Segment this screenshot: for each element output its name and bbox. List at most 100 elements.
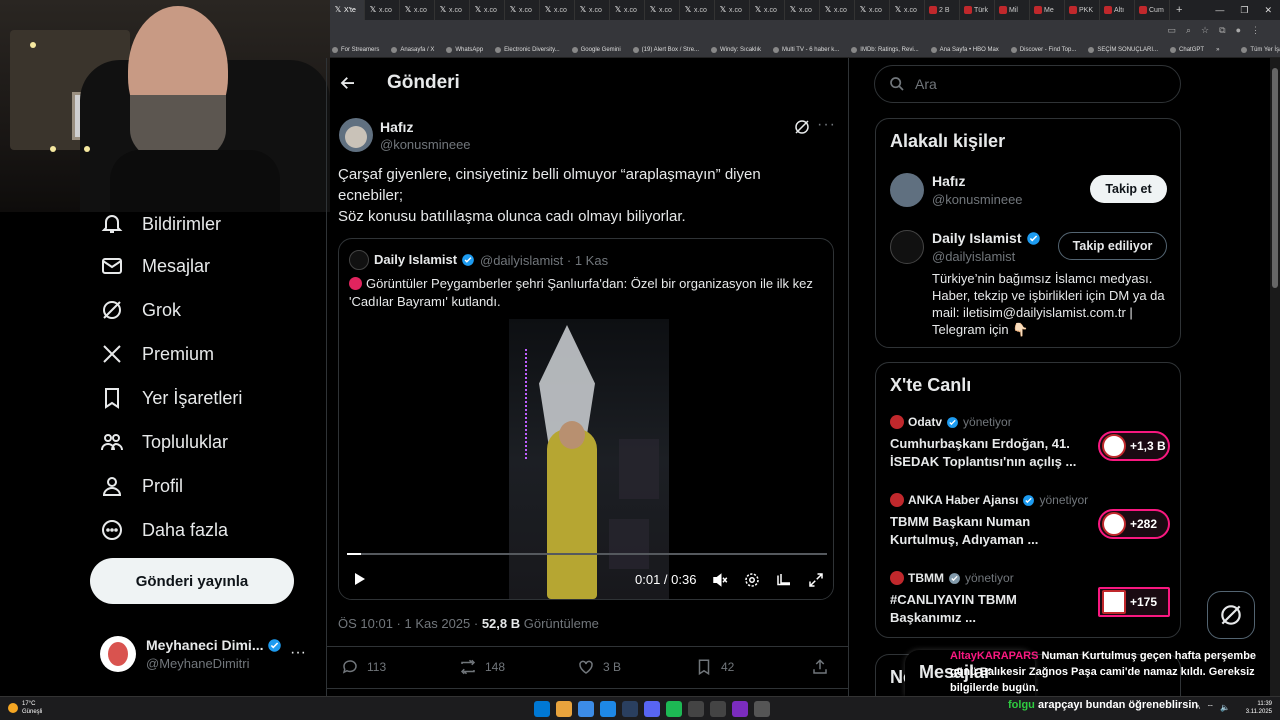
close-window-icon[interactable]: ✕ — [1264, 5, 1272, 16]
play-icon[interactable] — [351, 571, 367, 587]
spotify-icon[interactable] — [666, 701, 682, 717]
minimize-icon[interactable]: — — [1215, 5, 1224, 16]
browser-tab[interactable]: Altı — [1100, 0, 1135, 20]
account-more-icon[interactable]: ··· — [290, 644, 306, 662]
tweet-author-name[interactable]: Hafız — [380, 119, 413, 135]
account-switcher[interactable]: Meyhaneci Dimi... @MeyhaneDimitri ··· — [100, 636, 306, 672]
volume-icon[interactable]: 🔈 — [1220, 703, 1230, 713]
fullscreen-icon[interactable] — [807, 571, 825, 589]
browser-tab[interactable]: PKK — [1065, 0, 1100, 20]
app-icon[interactable] — [754, 701, 770, 717]
live-item[interactable]: ANKA Haber Ajansı yönetiyor TBMM Başkanı … — [890, 493, 1170, 549]
tweet-author-avatar[interactable] — [339, 118, 373, 152]
browser-tab[interactable]: 𝕏x.co — [505, 0, 540, 20]
bookmark-item[interactable]: Tüm Yer İşaretleri — [1235, 46, 1280, 53]
menu-icon[interactable]: ⋮ — [1251, 25, 1260, 36]
bookmark-item[interactable]: SEÇİM SONUÇLARI... — [1082, 46, 1164, 53]
new-tab-button[interactable]: + — [1170, 4, 1188, 16]
tweet-timestamp[interactable]: ÖS 10:01 · 1 Kas 2025 · — [338, 616, 482, 631]
live-item[interactable]: Odatv yönetiyor Cumhurbaşkanı Erdoğan, 41… — [890, 415, 1170, 471]
bookmark-item[interactable]: » — [1210, 47, 1225, 53]
nav-item-bookmarks[interactable]: Yer İşaretleri — [100, 386, 242, 410]
volume-icon[interactable] — [711, 571, 729, 589]
tweet-more-icon[interactable]: ··· — [817, 116, 836, 134]
obs-icon[interactable] — [732, 701, 748, 717]
steam-icon[interactable] — [622, 701, 638, 717]
settings-gear-icon[interactable] — [743, 571, 761, 589]
browser-tab[interactable]: 𝕏x.co — [645, 0, 680, 20]
profile-icon[interactable]: ● — [1236, 25, 1241, 36]
browser-tab[interactable]: 𝕏x.co — [575, 0, 610, 20]
nav-item-notifications[interactable]: Bildirimler — [100, 212, 221, 236]
reply-button[interactable]: 113 — [341, 658, 386, 676]
video-player[interactable]: 0:01 / 0:36 — [339, 319, 833, 599]
follow-button[interactable]: Takip et — [1090, 175, 1167, 203]
system-clock[interactable]: 11:39 3.11.2025 — [1246, 700, 1272, 716]
browser-tab[interactable]: 𝕏x.co — [820, 0, 855, 20]
edge-icon[interactable] — [600, 701, 616, 717]
live-item[interactable]: TBMM yönetiyor #CANLIYAYIN TBMM Başkanımı… — [890, 571, 1170, 627]
tweet-author-handle[interactable]: @konusmineee — [380, 137, 471, 152]
post-button[interactable]: Gönderi yayınla — [90, 558, 294, 604]
browser-tab[interactable]: 𝕏x.co — [680, 0, 715, 20]
network-icon[interactable]: ⌔ — [1207, 703, 1215, 713]
browser-tab[interactable]: 𝕏x.co — [715, 0, 750, 20]
maximize-icon[interactable]: ❐ — [1240, 5, 1248, 16]
live-listeners-badge[interactable]: +282 — [1098, 509, 1170, 539]
app-icon[interactable] — [710, 701, 726, 717]
nav-item-communities[interactable]: Topluluklar — [100, 430, 228, 454]
app-icon[interactable] — [688, 701, 704, 717]
browser-tab[interactable]: 𝕏x.co — [400, 0, 435, 20]
live-listeners-badge[interactable]: +1,3 B — [1098, 431, 1170, 461]
browser-tab[interactable]: 𝕏x.co — [890, 0, 925, 20]
browser-tab[interactable]: 𝕏x.co — [365, 0, 400, 20]
browser-tab[interactable]: 𝕏x.co — [855, 0, 890, 20]
quoted-tweet[interactable]: Daily Islamist @dailyislamist · 1 Kas Gö… — [338, 238, 834, 600]
search-bar[interactable]: Ara — [874, 65, 1181, 103]
browser-tab[interactable]: 𝕏x.co — [750, 0, 785, 20]
video-progress-bar[interactable] — [347, 553, 827, 555]
bookmark-item[interactable]: Electronic Diversity... — [489, 46, 566, 53]
nav-item-messages[interactable]: Mesajlar — [100, 254, 210, 278]
nav-item-grok[interactable]: Grok — [100, 298, 181, 322]
bookmark-button[interactable]: 42 — [695, 658, 734, 676]
grok-floating-button[interactable] — [1207, 591, 1255, 639]
repost-button[interactable]: 148 — [459, 658, 505, 676]
picture-in-picture-icon[interactable] — [775, 571, 793, 589]
page-scrollbar[interactable] — [1270, 58, 1280, 696]
tray-arrow-icon[interactable]: ˄ — [1196, 703, 1201, 713]
star-icon[interactable]: ☆ — [1201, 25, 1209, 36]
browser-tab[interactable]: 𝕏x.co — [610, 0, 645, 20]
back-arrow-icon[interactable] — [339, 74, 357, 92]
browser-tab[interactable]: 𝕏x.co — [785, 0, 820, 20]
scrollbar-thumb[interactable] — [1272, 68, 1278, 288]
bookmark-item[interactable]: Google Gemini — [566, 46, 627, 53]
like-button[interactable]: 3 B — [577, 658, 621, 676]
file-explorer-icon[interactable] — [578, 701, 594, 717]
live-listeners-badge[interactable]: +175 — [1098, 587, 1170, 617]
chrome-icon[interactable] — [556, 701, 572, 717]
extensions-icon[interactable]: ⧉ — [1219, 25, 1225, 36]
bookmark-item[interactable]: Ana Sayfa • HBO Max — [925, 46, 1005, 53]
browser-tab[interactable]: Mil — [995, 0, 1030, 20]
bookmark-item[interactable]: Multi TV - 6 haber k... — [767, 46, 845, 53]
discord-icon[interactable] — [644, 701, 660, 717]
nav-item-profile[interactable]: Profil — [100, 474, 183, 498]
bookmark-item[interactable]: For Streamers — [326, 46, 385, 53]
browser-tab[interactable]: Türk — [960, 0, 995, 20]
bookmark-item[interactable]: Anasayfa / X — [385, 46, 440, 53]
browser-tab[interactable]: 2 B — [925, 0, 960, 20]
bookmark-item[interactable]: (19) Alert Box / Stre... — [627, 46, 705, 53]
browser-tab[interactable]: 𝕏 X'te — [330, 0, 365, 20]
zoom-icon[interactable]: ⌕ — [1186, 25, 1191, 36]
grok-icon[interactable] — [793, 118, 811, 136]
following-button[interactable]: Takip ediliyor — [1058, 232, 1167, 260]
share-button[interactable] — [811, 658, 829, 676]
weather-widget[interactable]: 17°C Güneşli — [8, 700, 42, 716]
bookmark-item[interactable]: ChatGPT — [1164, 46, 1210, 53]
cast-icon[interactable]: ▭ — [1167, 25, 1176, 36]
bookmark-item[interactable]: Discover - Find Top... — [1005, 46, 1083, 53]
bookmark-item[interactable]: IMDb: Ratings, Revi... — [845, 46, 924, 53]
browser-tab[interactable]: 𝕏x.co — [435, 0, 470, 20]
browser-tab[interactable]: Cum — [1135, 0, 1170, 20]
